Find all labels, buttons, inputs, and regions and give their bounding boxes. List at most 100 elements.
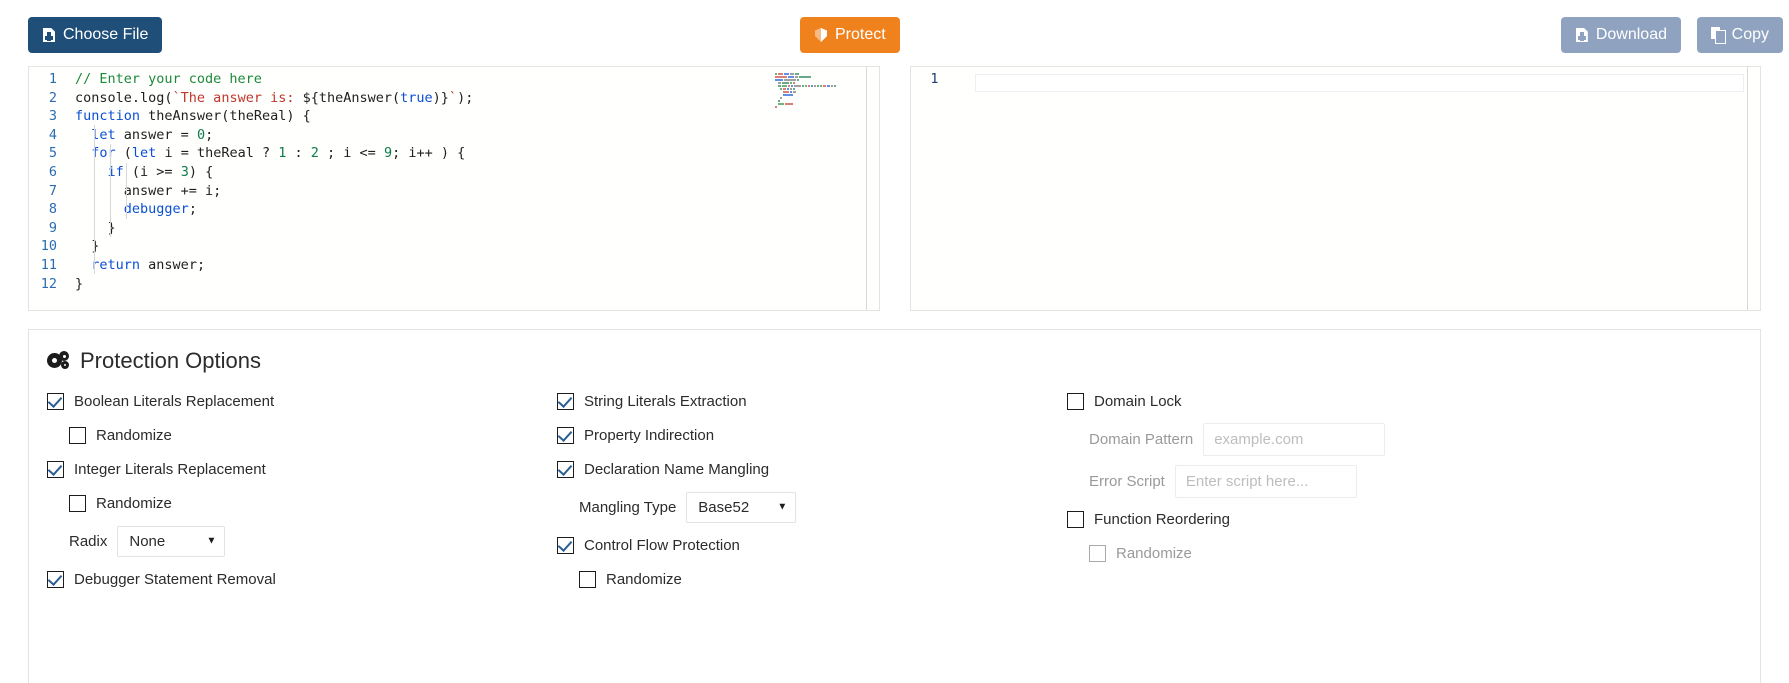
option-field-row: Error Script bbox=[1067, 460, 1587, 502]
option-label: Debugger Statement Removal bbox=[74, 570, 276, 588]
gears-icon bbox=[47, 351, 71, 371]
option-row[interactable]: Randomize bbox=[47, 486, 557, 520]
option-label: Randomize bbox=[96, 426, 172, 444]
code-line-text: let answer = 0; bbox=[91, 126, 214, 143]
editors-row: 1 // Enter your code here 2 console.log(`Th… bbox=[28, 66, 1761, 311]
choose-file-button[interactable]: Choose File bbox=[28, 17, 163, 53]
line-number: 2 bbox=[48, 89, 57, 106]
option-row[interactable]: Boolean Literals Replacement bbox=[47, 384, 557, 418]
select-mangling-type[interactable]: Base52HexadecimalUnicode bbox=[686, 491, 797, 523]
code-minimap[interactable] bbox=[774, 73, 837, 108]
code-line-text: } bbox=[75, 275, 84, 292]
input-editor-scrollbar[interactable] bbox=[865, 67, 867, 310]
options-columns: Boolean Literals Replacement Randomize Int… bbox=[29, 384, 1760, 596]
checkbox-debugger-statement-removal[interactable] bbox=[47, 570, 64, 588]
field-label: Radix bbox=[69, 532, 108, 550]
input-code-editor[interactable]: 1 // Enter your code here 2 console.log(`Th… bbox=[28, 66, 880, 311]
minimap-line bbox=[775, 103, 837, 105]
code-line-text: answer += i; bbox=[75, 182, 222, 199]
option-label: Domain Lock bbox=[1094, 392, 1182, 410]
line-number: 3 bbox=[48, 108, 57, 125]
minimap-line bbox=[775, 97, 837, 99]
minimap-line bbox=[774, 76, 837, 78]
protection-options-title-text: Protection Options bbox=[80, 348, 261, 373]
code-line: 11 return answer; bbox=[29, 256, 879, 275]
minimap-line bbox=[775, 100, 837, 102]
output-current-line-highlight bbox=[974, 74, 1744, 92]
indent-guide bbox=[126, 163, 127, 219]
option-row[interactable]: Property Indirection bbox=[557, 418, 1067, 452]
field-label: Error Script bbox=[1089, 472, 1165, 490]
protection-options-panel: Protection Options Boolean Literals Repl… bbox=[28, 329, 1761, 683]
option-label: Randomize bbox=[1116, 544, 1192, 562]
shield-icon bbox=[814, 27, 828, 43]
checkbox-function-reordering[interactable] bbox=[1067, 510, 1084, 528]
option-row[interactable]: Debugger Statement Removal bbox=[47, 562, 557, 596]
option-row[interactable]: Function Reordering bbox=[1067, 502, 1587, 536]
field-label: Domain Pattern bbox=[1089, 430, 1194, 448]
checkbox-randomize[interactable] bbox=[69, 494, 86, 512]
line-number: 11 bbox=[40, 256, 57, 273]
file-upload-icon bbox=[42, 27, 56, 43]
code-line: 1 // Enter your code here bbox=[29, 70, 879, 89]
indent-guide bbox=[94, 125, 95, 274]
code-line-text: console.log(`The answer is: ${theAnswer(… bbox=[75, 89, 474, 106]
line-number: 12 bbox=[40, 275, 57, 292]
option-field-row: Domain Pattern bbox=[1067, 418, 1587, 460]
code-line-text: function theAnswer(theReal) { bbox=[75, 108, 311, 125]
checkbox-randomize[interactable] bbox=[69, 426, 86, 444]
protect-button[interactable]: Protect bbox=[800, 17, 900, 53]
code-line-text: if (i >= 3) { bbox=[107, 163, 214, 180]
minimap-line bbox=[775, 94, 837, 96]
line-number: 1 bbox=[48, 71, 57, 87]
top-toolbar: Choose File Protect Download Copy bbox=[0, 0, 1789, 66]
code-line: 6 if (i >= 3) { bbox=[29, 163, 879, 182]
option-row[interactable]: Integer Literals Replacement bbox=[47, 452, 557, 486]
line-number: 6 bbox=[48, 163, 57, 180]
input-code-area[interactable]: 1 // Enter your code here 2 console.log(`Th… bbox=[29, 67, 879, 293]
checkbox-boolean-literals-replacement[interactable] bbox=[47, 392, 64, 410]
line-number: 9 bbox=[48, 219, 57, 236]
code-line-text: for (let i = theReal ? 1 : 2 ; i <= 9; i… bbox=[91, 145, 466, 162]
code-line: 3 function theAnswer(theReal) { bbox=[29, 107, 879, 126]
checkbox-randomize[interactable] bbox=[579, 570, 596, 588]
download-button[interactable]: Download bbox=[1560, 17, 1681, 53]
option-row[interactable]: Randomize bbox=[1067, 536, 1587, 570]
line-number: 10 bbox=[40, 238, 57, 255]
option-row[interactable]: String Literals Extraction bbox=[557, 384, 1067, 418]
checkbox-property-indirection[interactable] bbox=[557, 426, 574, 444]
minimap-line bbox=[775, 88, 837, 90]
minimap-line bbox=[774, 106, 837, 108]
options-column-2: String Literals Extraction Property Indir… bbox=[557, 384, 1067, 596]
minimap-line bbox=[774, 73, 837, 75]
checkbox-control-flow-protection[interactable] bbox=[557, 536, 574, 554]
option-label: Boolean Literals Replacement bbox=[74, 392, 275, 410]
line-number: 4 bbox=[48, 126, 57, 143]
input-domain-pattern[interactable] bbox=[1203, 422, 1386, 456]
input-error-script[interactable] bbox=[1174, 464, 1357, 498]
checkbox-declaration-name-mangling[interactable] bbox=[557, 460, 574, 478]
option-label: Declaration Name Mangling bbox=[584, 460, 770, 478]
minimap-line bbox=[775, 85, 837, 87]
download-label: Download bbox=[1595, 26, 1667, 43]
checkbox-domain-lock[interactable] bbox=[1067, 392, 1084, 410]
checkbox-string-literals-extraction[interactable] bbox=[557, 392, 574, 410]
code-line: 9 } bbox=[29, 219, 879, 238]
output-editor-scrollbar[interactable] bbox=[1747, 67, 1748, 310]
field-label: Mangling Type bbox=[579, 498, 677, 516]
option-row[interactable]: Randomize bbox=[47, 418, 557, 452]
code-line: 5 for (let i = theReal ? 1 : 2 ; i <= 9;… bbox=[29, 144, 879, 163]
code-line: 8 debugger; bbox=[29, 200, 879, 219]
copy-button[interactable]: Copy bbox=[1696, 17, 1783, 53]
code-line: 2 console.log(`The answer is: ${theAnswer… bbox=[29, 89, 879, 108]
output-code-editor[interactable]: 1 bbox=[909, 66, 1761, 311]
option-row[interactable]: Control Flow Protection bbox=[557, 528, 1067, 562]
checkbox-integer-literals-replacement[interactable] bbox=[47, 460, 64, 478]
select-wrapper: Base52HexadecimalUnicode▼ bbox=[686, 491, 797, 523]
option-row[interactable]: Domain Lock bbox=[1067, 384, 1587, 418]
option-row[interactable]: Declaration Name Mangling bbox=[557, 452, 1067, 486]
option-row[interactable]: Randomize bbox=[557, 562, 1067, 596]
file-download-icon bbox=[1575, 27, 1589, 43]
options-column-3: Domain Lock Domain Pattern Error Script Fun… bbox=[1067, 384, 1587, 596]
select-radix[interactable]: None281016 bbox=[117, 525, 226, 557]
